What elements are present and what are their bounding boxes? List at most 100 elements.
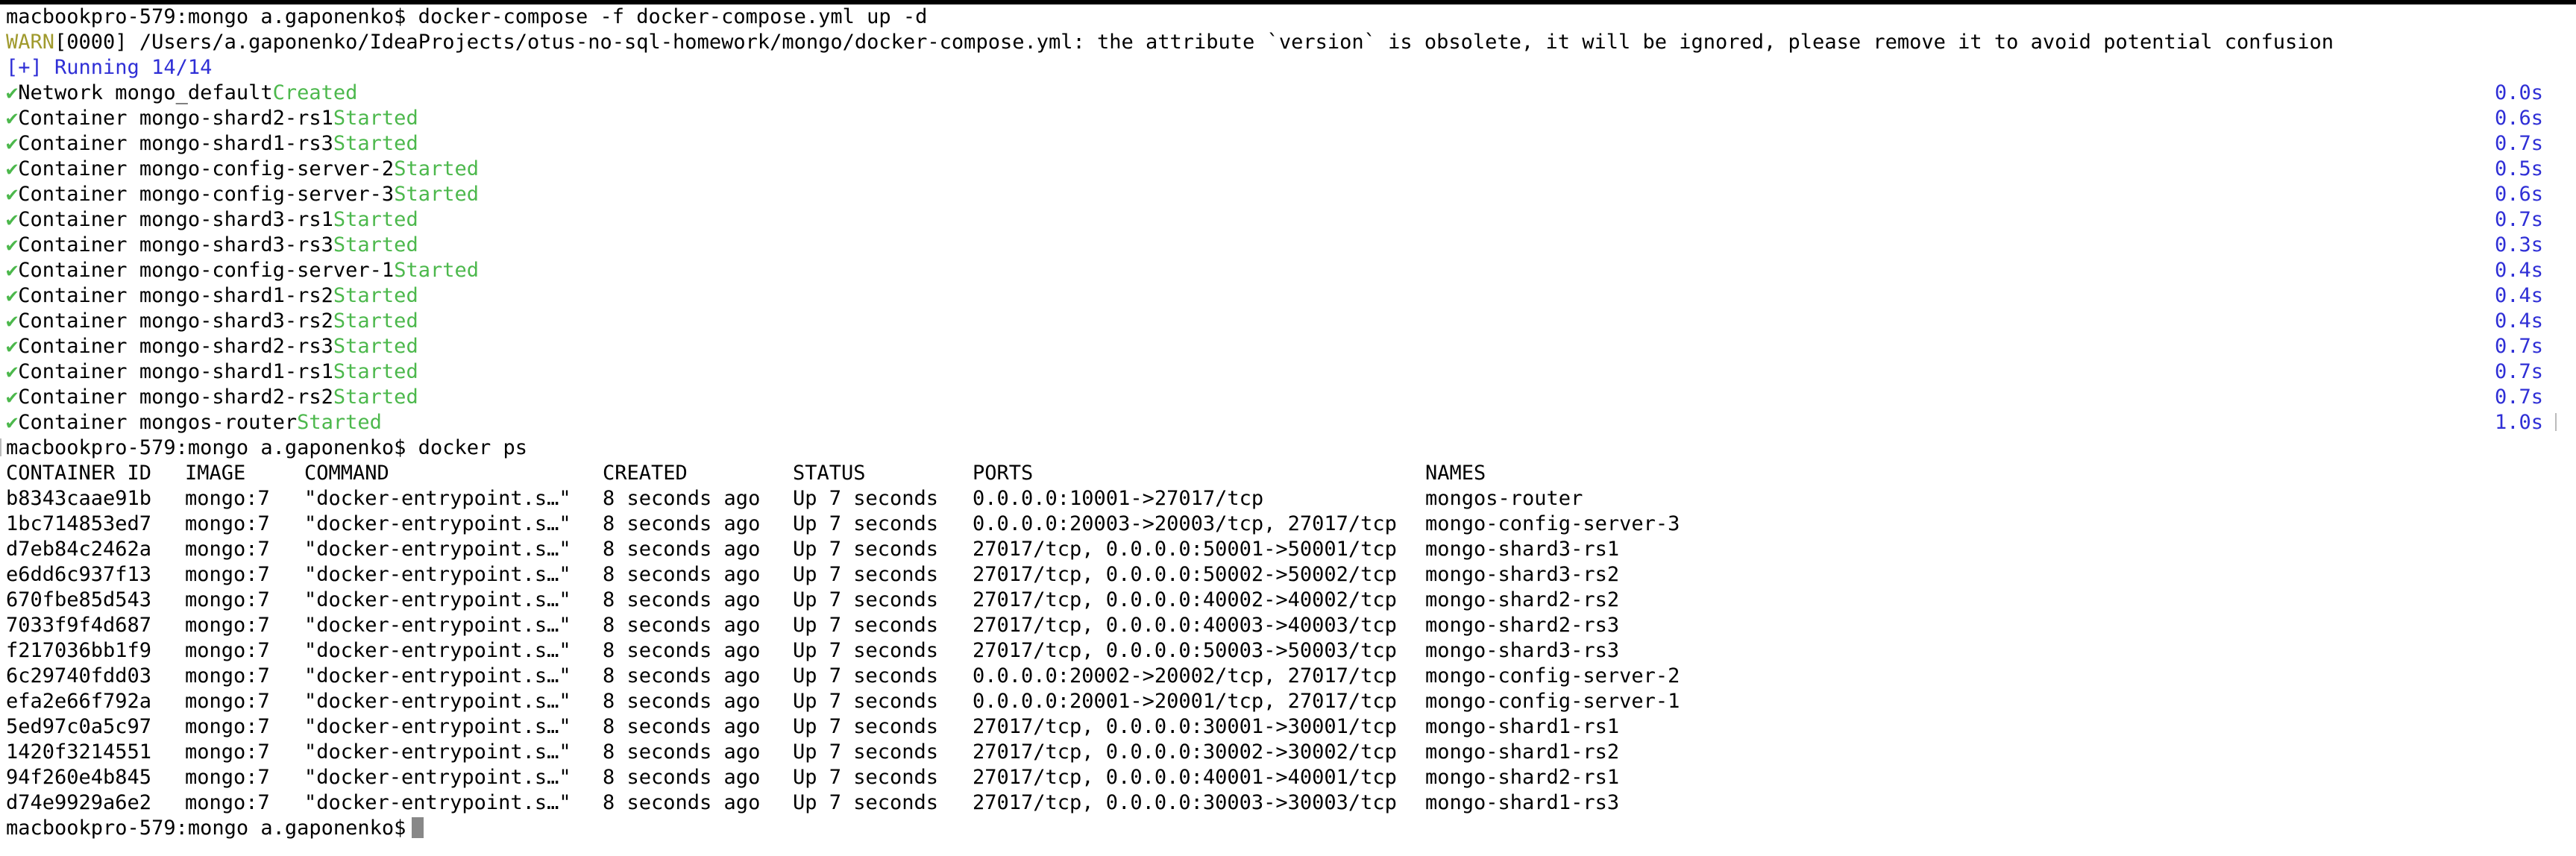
service-name: Container mongo-shard3-rs1	[18, 208, 333, 231]
service-name: Container mongo-shard3-rs3	[18, 233, 333, 257]
service-status: Started	[333, 385, 418, 409]
cell-names: mongo-config-server-2	[1425, 664, 1680, 687]
cell-ports: 27017/tcp, 0.0.0.0:30002->30002/tcp	[973, 740, 1397, 764]
service-status: Started	[394, 259, 479, 282]
cell-command: "docker-entrypoint.s…"	[304, 487, 571, 510]
header-status: STATUS	[793, 462, 866, 485]
service-time: 0.7s	[2494, 385, 2543, 409]
warn-message: [0000] /Users/a.gaponenko/IdeaProjects/o…	[54, 31, 2334, 54]
cell-names: mongo-shard2-rs2	[1425, 588, 1620, 611]
service-time: 0.7s	[2494, 360, 2543, 383]
cell-image: mongo:7	[185, 766, 270, 789]
cell-image: mongo:7	[185, 512, 270, 535]
service-time: 0.4s	[2494, 259, 2543, 282]
cell-image: mongo:7	[185, 740, 270, 764]
table-row: 5ed97c0a5c97 mongo:7 "docker-entrypoint.s……	[6, 714, 2564, 740]
cell-container-id: 5ed97c0a5c97	[6, 715, 152, 738]
service-status: Started	[333, 208, 418, 231]
service-time: 0.5s	[2494, 157, 2543, 180]
terminal-output[interactable]: macbookpro-579:mongo a.gaponenko$ docker…	[0, 4, 2564, 841]
warn-prefix: WARN	[6, 31, 55, 54]
service-status: Started	[333, 107, 418, 130]
service-time: 0.3s	[2494, 233, 2543, 257]
service-time: 0.7s	[2494, 335, 2543, 358]
table-row: d74e9929a6e2 mongo:7 "docker-entrypoint.s……	[6, 790, 2564, 816]
service-line: ✔Container mongo-shard1-rs2Started 0.4s	[6, 283, 2564, 309]
service-status: Started	[333, 284, 418, 307]
cell-names: mongo-shard2-rs3	[1425, 614, 1620, 637]
service-status: Started	[333, 335, 418, 358]
cell-status: Up 7 seconds	[793, 538, 939, 561]
cell-names: mongo-shard1-rs3	[1425, 791, 1620, 814]
service-time: 0.0s	[2494, 81, 2543, 104]
cell-command: "docker-entrypoint.s…"	[304, 588, 571, 611]
service-status: Started	[394, 157, 479, 180]
cell-container-id: 6c29740fdd03	[6, 664, 152, 687]
service-status: Started	[394, 183, 479, 206]
service-name: Container mongo-shard2-rs1	[18, 107, 333, 130]
cell-names: mongo-shard1-rs1	[1425, 715, 1620, 738]
check-icon: ✔	[6, 208, 19, 231]
service-line: ✔Container mongo-config-server-3Started 0…	[6, 182, 2564, 207]
cell-ports: 0.0.0.0:10001->27017/tcp	[973, 487, 1264, 510]
check-icon: ✔	[6, 233, 19, 257]
text-cursor	[412, 817, 424, 838]
cell-ports: 27017/tcp, 0.0.0.0:50003->50003/tcp	[973, 639, 1397, 662]
service-line: ✔Container mongo-shard1-rs1Started 0.7s	[6, 359, 2564, 385]
cell-image: mongo:7	[185, 538, 270, 561]
service-time: 0.7s	[2494, 208, 2543, 231]
header-created: CREATED	[603, 462, 688, 485]
cell-status: Up 7 seconds	[793, 690, 939, 713]
service-line: ✔Container mongo-shard2-rs1Started 0.6s	[6, 106, 2564, 131]
prompt-command-compose: macbookpro-579:mongo a.gaponenko$ docker…	[6, 5, 928, 28]
cell-status: Up 7 seconds	[793, 487, 939, 510]
cell-created: 8 seconds ago	[603, 588, 761, 611]
line-marker	[0, 438, 1, 456]
cell-command: "docker-entrypoint.s…"	[304, 690, 571, 713]
cell-ports: 27017/tcp, 0.0.0.0:30001->30001/tcp	[973, 715, 1397, 738]
service-line: ✔Network mongo_defaultCreated 0.0s	[6, 81, 2564, 106]
cell-status: Up 7 seconds	[793, 791, 939, 814]
header-names: NAMES	[1425, 462, 1486, 485]
service-status: Started	[333, 360, 418, 383]
check-icon: ✔	[6, 132, 19, 155]
cell-image: mongo:7	[185, 563, 270, 586]
cell-command: "docker-entrypoint.s…"	[304, 715, 571, 738]
cell-names: mongo-config-server-1	[1425, 690, 1680, 713]
ps-table-body: b8343caae91b mongo:7 "docker-entrypoint.s……	[6, 486, 2564, 816]
cell-ports: 27017/tcp, 0.0.0.0:50002->50002/tcp	[973, 563, 1397, 586]
service-name: Container mongo-shard1-rs2	[18, 284, 333, 307]
cell-command: "docker-entrypoint.s…"	[304, 614, 571, 637]
cell-container-id: d7eb84c2462a	[6, 538, 152, 561]
table-row: b8343caae91b mongo:7 "docker-entrypoint.s……	[6, 486, 2564, 512]
cell-command: "docker-entrypoint.s…"	[304, 512, 571, 535]
cell-created: 8 seconds ago	[603, 715, 761, 738]
cell-created: 8 seconds ago	[603, 563, 761, 586]
check-icon: ✔	[6, 360, 19, 383]
service-line: ✔Container mongo-config-server-2Started 0…	[6, 157, 2564, 182]
check-icon: ✔	[6, 411, 19, 434]
service-status: Started	[333, 309, 418, 333]
cell-image: mongo:7	[185, 690, 270, 713]
service-status: Started	[333, 132, 418, 155]
cell-status: Up 7 seconds	[793, 563, 939, 586]
cell-container-id: 7033f9f4d687	[6, 614, 152, 637]
cell-created: 8 seconds ago	[603, 766, 761, 789]
prompt-command-ps: macbookpro-579:mongo a.gaponenko$ docker…	[6, 436, 527, 459]
cell-ports: 27017/tcp, 0.0.0.0:30003->30003/tcp	[973, 791, 1397, 814]
cell-container-id: e6dd6c937f13	[6, 563, 152, 586]
cell-container-id: 670fbe85d543	[6, 588, 152, 611]
running-progress: [+] Running 14/14	[6, 56, 213, 79]
table-row: d7eb84c2462a mongo:7 "docker-entrypoint.s……	[6, 537, 2564, 562]
cell-created: 8 seconds ago	[603, 538, 761, 561]
service-time: 0.6s	[2494, 183, 2543, 206]
cell-command: "docker-entrypoint.s…"	[304, 766, 571, 789]
cell-status: Up 7 seconds	[793, 715, 939, 738]
cell-image: mongo:7	[185, 588, 270, 611]
cell-names: mongo-shard3-rs2	[1425, 563, 1620, 586]
cell-container-id: 94f260e4b845	[6, 766, 152, 789]
cell-created: 8 seconds ago	[603, 512, 761, 535]
header-container-id: CONTAINER ID	[6, 462, 152, 485]
service-line: ✔Container mongos-routerStarted 1.0s	[6, 410, 2564, 435]
cell-created: 8 seconds ago	[603, 487, 761, 510]
